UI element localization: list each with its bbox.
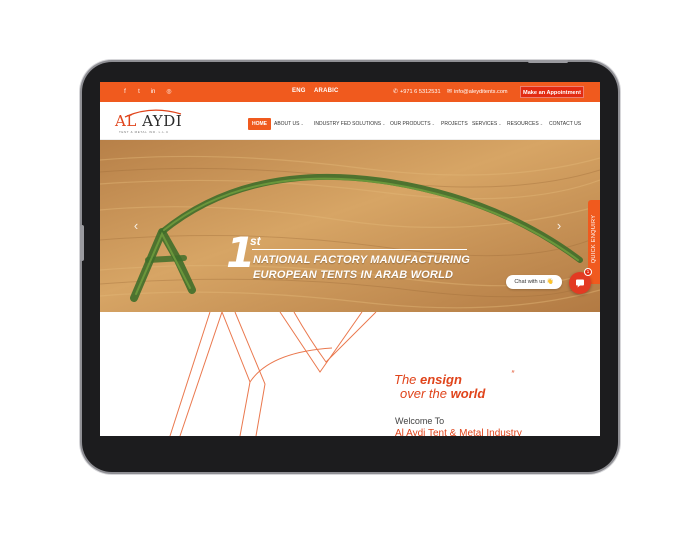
stage: f t in ◎ ENG ARABIC ✆ +971 6 5312531 ✉ inf… — [0, 0, 700, 535]
site-header: AL AYDI TENT & METAL IND. L.L.C HOME ABO… — [100, 102, 600, 140]
nav-home[interactable]: HOME — [248, 118, 271, 130]
chevron-down-icon: ⌄ — [300, 121, 304, 126]
phone-link[interactable]: ✆ +971 6 5312531 — [393, 88, 441, 95]
nav-resources[interactable]: RESOURCES⌄ — [507, 118, 543, 130]
nav-industry-fed-solutions[interactable]: INDUSTRY FED SOLUTIONS⌄ — [314, 118, 385, 130]
mail-icon: ✉ — [447, 89, 453, 95]
linkedin-icon[interactable]: in — [148, 87, 158, 97]
company-name: Al Aydi Tent & Metal Industry — [395, 428, 522, 436]
hero-divider — [252, 249, 467, 250]
chevron-down-icon: ⌄ — [498, 121, 502, 126]
quote-mark-icon: ” — [511, 369, 514, 379]
twitter-icon[interactable]: t — [134, 87, 144, 97]
tablet-top-button — [528, 60, 568, 63]
nav-about-us[interactable]: ABOUT US⌄ — [274, 118, 304, 130]
hero-prev-arrow[interactable]: ‹ — [130, 218, 142, 234]
logo-wordmark: AL AYDI — [115, 112, 183, 130]
instagram-icon[interactable]: ◎ — [164, 87, 174, 97]
hero-next-arrow[interactable]: › — [553, 218, 565, 234]
tablet-side-button — [80, 225, 84, 261]
lang-eng-link[interactable]: ENG — [292, 88, 306, 94]
chevron-down-icon: ⌄ — [382, 121, 386, 126]
nav-contact-us[interactable]: CONTACT US — [549, 118, 581, 130]
top-bar: f t in ◎ ENG ARABIC ✆ +971 6 5312531 ✉ inf… — [100, 82, 600, 102]
tagline-line2: over the world — [400, 386, 486, 401]
welcome-text: Welcome To — [395, 416, 445, 426]
logo[interactable]: AL AYDI TENT & METAL IND. L.L.C — [115, 108, 187, 136]
email-link[interactable]: ✉ info@aleyditents.com — [447, 88, 508, 95]
facebook-icon[interactable]: f — [120, 87, 130, 97]
quick-enquiry-label: QUICK ENQUIRY — [591, 214, 597, 264]
chevron-down-icon: ⌄ — [431, 121, 435, 126]
tagline-line1: The ensign — [394, 372, 462, 387]
email-text: info@aleyditents.com — [454, 89, 508, 95]
chat-notification-badge: 1 — [584, 268, 592, 276]
hero-superscript: st — [250, 234, 261, 248]
logo-subtitle: TENT & METAL IND. L.L.C — [119, 130, 169, 134]
chevron-down-icon: ⌄ — [539, 121, 544, 126]
lang-arabic-link[interactable]: ARABIC — [314, 88, 339, 94]
nav-services[interactable]: SERVICES⌄ — [472, 118, 502, 130]
phone-icon: ✆ — [393, 89, 399, 95]
hero-headline-line2: EUROPEAN TENTS IN ARAB WORLD — [253, 269, 454, 281]
chat-bubble[interactable]: Chat with us 👋 — [506, 275, 562, 289]
phone-text: +971 6 5312531 — [400, 89, 441, 95]
outline-a-graphic — [169, 312, 377, 436]
nav-projects[interactable]: PROJECTS — [441, 118, 468, 130]
make-appointment-button[interactable]: Make an Appointment — [520, 86, 584, 98]
intro-section: The ensign over the world ” Welcome To A… — [100, 312, 600, 436]
tablet-screen: f t in ◎ ENG ARABIC ✆ +971 6 5312531 ✉ inf… — [100, 82, 600, 436]
nav-our-products[interactable]: OUR PRODUCTS⌄ — [390, 118, 435, 130]
hero-headline-line1: NATIONAL FACTORY MANUFACTURING — [253, 254, 471, 266]
